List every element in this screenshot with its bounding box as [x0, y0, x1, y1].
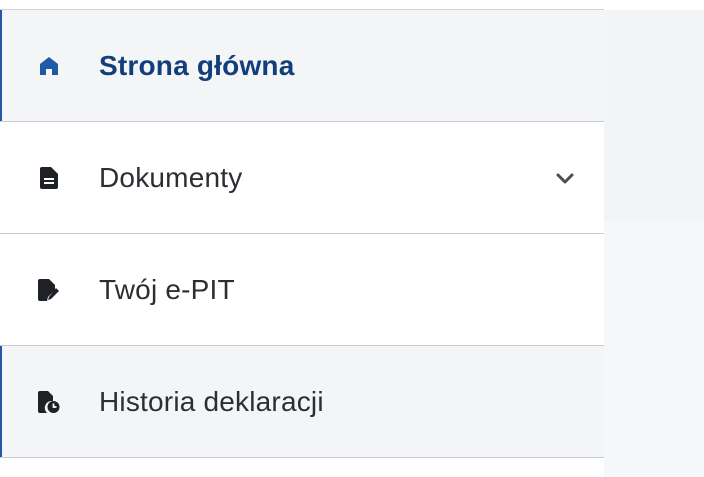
document-edit-icon — [38, 278, 60, 301]
document-icon — [38, 166, 60, 189]
sidebar-item-strona-glowna[interactable]: Strona główna — [0, 10, 604, 122]
main-content-area — [604, 10, 704, 477]
sidebar-item-twoj-e-pit[interactable]: Twój e-PIT — [0, 234, 604, 346]
sidebar-item-historia-deklaracji[interactable]: Historia deklaracji — [0, 346, 604, 458]
sidebar-nav: Strona główna Dokumenty Twój e-PIT Histo… — [0, 10, 604, 477]
sidebar-item-label: Twój e-PIT — [99, 273, 235, 305]
chevron-down-icon[interactable] — [556, 172, 574, 184]
document-history-icon — [38, 390, 60, 413]
sidebar-item-label: Historia deklaracji — [99, 385, 324, 417]
home-icon — [38, 55, 60, 77]
sidebar-item-label: Dokumenty — [99, 161, 243, 193]
sidebar-item-dokumenty[interactable]: Dokumenty — [0, 122, 604, 234]
sidebar-item-label: Strona główna — [99, 49, 295, 81]
